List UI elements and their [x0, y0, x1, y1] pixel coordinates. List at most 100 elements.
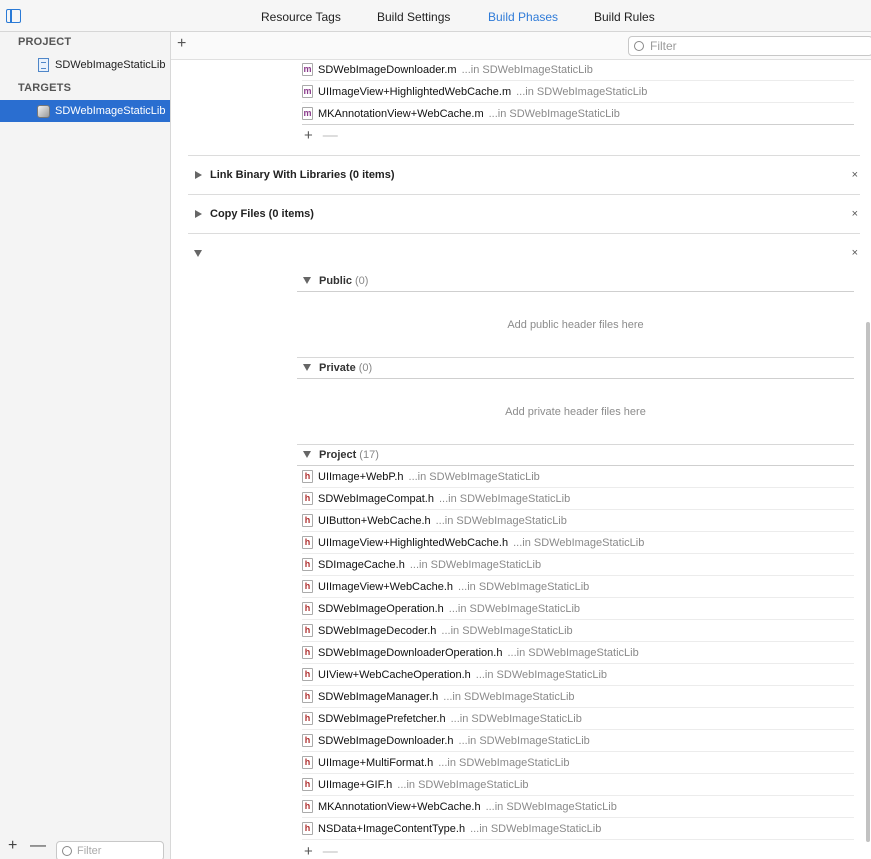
file-name: UIImageView+WebCache.h [318, 580, 454, 593]
tab-build-rules[interactable]: Build Rules [594, 10, 655, 24]
file-name: MKAnnotationView+WebCache.m [318, 107, 484, 120]
header-file-row[interactable]: h SDImageCache.h ...in SDWebImageStaticLib [302, 554, 854, 576]
phase-title: Copy Files (0 items) [210, 208, 314, 220]
tab-resource-tags[interactable]: Resource Tags [261, 10, 341, 24]
private-headers-placeholder: Add private header files here [505, 406, 646, 418]
headers-add-remove: + — [304, 843, 338, 859]
h-file-icon: h [302, 470, 313, 483]
header-file-row[interactable]: h UIImageView+WebCache.h ...in SDWebImageS… [302, 576, 854, 598]
remove-target-button[interactable]: — [30, 837, 46, 855]
headers-group-private[interactable]: Private (0) [297, 357, 854, 379]
file-location: ...in SDWebImageStaticLib [461, 63, 593, 76]
file-name: SDWebImageManager.h [318, 690, 439, 703]
header-file-row[interactable]: h UIImage+WebP.h ...in SDWebImageStaticLib [302, 466, 854, 488]
header-file-row[interactable]: h SDWebImageManager.h ...in SDWebImageStat… [302, 686, 854, 708]
header-file-row[interactable]: h UIButton+WebCache.h ...in SDWebImageStat… [302, 510, 854, 532]
header-file-row[interactable]: h UIImage+MultiFormat.h ...in SDWebImageSt… [302, 752, 854, 774]
phase-link-binary[interactable]: Link Binary With Libraries (0 items) × [188, 155, 860, 194]
h-file-icon: h [302, 646, 313, 659]
compile-source-row[interactable]: m MKAnnotationView+WebCache.m ...in SDWe… [302, 103, 854, 125]
h-file-icon: h [302, 558, 313, 571]
header-file-row[interactable]: h SDWebImageDownloaderOperation.h ...in SD… [302, 642, 854, 664]
h-file-icon: h [302, 822, 313, 835]
sidebar-item-label: SDWebImageStaticLib [55, 105, 166, 117]
header-file-row[interactable]: h SDWebImageDownloader.h ...in SDWebImageS… [302, 730, 854, 752]
file-location: ...in SDWebImageStaticLib [475, 668, 608, 681]
h-file-icon: h [302, 514, 313, 527]
group-title: Public [319, 274, 353, 287]
h-file-icon: h [302, 778, 313, 791]
phase-copy-files[interactable]: Copy Files (0 items) × [188, 194, 860, 233]
add-build-phase-button[interactable]: + [177, 35, 186, 53]
header-file-row[interactable]: h SDWebImageDecoder.h ...in SDWebImageStat… [302, 620, 854, 642]
disclosure-triangle-icon[interactable] [194, 249, 202, 257]
file-name: UIImageView+HighlightedWebCache.m [318, 85, 512, 98]
header-file-row[interactable]: h MKAnnotationView+WebCache.h ...in SDWebI… [302, 796, 854, 818]
compile-source-row[interactable]: m UIImageView+HighlightedWebCache.m ...i… [302, 81, 854, 103]
h-file-icon: h [302, 492, 313, 505]
file-name: SDWebImageCompat.h [318, 492, 434, 505]
phase-headers[interactable]: × [188, 233, 860, 272]
delete-phase-button[interactable]: × [852, 208, 858, 220]
file-location: ...in SDWebImageStaticLib [513, 536, 645, 549]
file-name: UIImage+GIF.h [318, 778, 393, 791]
file-name: SDWebImageDownloader.m [318, 63, 457, 76]
add-target-button[interactable]: + [8, 837, 17, 855]
delete-phase-button[interactable]: × [852, 247, 858, 259]
sidebar-bottom-bar: + — Filter [0, 835, 170, 859]
delete-phase-button[interactable]: × [852, 169, 858, 181]
h-file-icon: h [302, 580, 313, 593]
header-file-row[interactable]: h SDWebImageOperation.h ...in SDWebImageSt… [302, 598, 854, 620]
file-name: UIButton+WebCache.h [318, 514, 431, 527]
sidebar-filter-input[interactable]: Filter [56, 841, 164, 859]
filter-icon [62, 846, 72, 856]
disclosure-triangle-icon[interactable] [303, 451, 311, 458]
file-location: ...in SDWebImageStaticLib [438, 756, 570, 769]
phase-title: Link Binary With Libraries (0 items) [210, 169, 395, 181]
disclosure-triangle-icon[interactable] [303, 364, 311, 371]
remove-header-button[interactable]: — [323, 843, 338, 859]
build-phases-toolbar: + Filter [171, 32, 871, 60]
build-phases-filter-input[interactable]: Filter [628, 36, 871, 56]
tab-build-phases[interactable]: Build Phases [488, 10, 558, 24]
header-file-row[interactable]: h NSData+ImageContentType.h ...in SDWebIma… [302, 818, 854, 840]
file-location: ...in SDWebImageStaticLib [408, 470, 540, 483]
remove-file-button[interactable]: — [323, 127, 338, 144]
disclosure-triangle-icon[interactable] [195, 210, 202, 218]
headers-group-project[interactable]: Project (17) [297, 444, 854, 466]
file-location: ...in SDWebImageStaticLib [516, 85, 648, 98]
tab-list: Resource Tags Build Settings Build Phase… [0, 0, 871, 32]
h-file-icon: h [302, 800, 313, 813]
targets-section-header: TARGETS [18, 82, 72, 94]
vertical-scrollbar[interactable] [866, 322, 870, 842]
group-title: Private [319, 361, 356, 374]
header-file-row[interactable]: h SDWebImageCompat.h ...in SDWebImageStati… [302, 488, 854, 510]
filter-icon [634, 41, 644, 51]
add-file-button[interactable]: + [304, 127, 313, 144]
file-location: ...in SDWebImageStaticLib [443, 690, 575, 703]
sidebar-item-project[interactable]: SDWebImageStaticLib [0, 54, 170, 76]
sidebar-item-target[interactable]: SDWebImageStaticLib [0, 100, 170, 122]
header-file-row[interactable]: h UIImage+GIF.h ...in SDWebImageStaticLib [302, 774, 854, 796]
tab-build-settings[interactable]: Build Settings [377, 10, 450, 24]
group-title: Project [319, 448, 357, 461]
header-file-row[interactable]: h SDWebImagePrefetcher.h ...in SDWebImageS… [302, 708, 854, 730]
add-header-button[interactable]: + [304, 843, 313, 859]
group-count: (0) [358, 361, 373, 374]
file-name: SDWebImageDownloaderOperation.h [318, 646, 503, 659]
file-name: NSData+ImageContentType.h [318, 822, 466, 835]
file-location: ...in SDWebImageStaticLib [448, 602, 581, 615]
project-navigator: PROJECT SDWebImageStaticLib TARGETS SDWe… [0, 32, 171, 859]
build-phases-content: m SDWebImageDownloader.m ...in SDWebImag… [171, 60, 871, 859]
file-name: UIImageView+HighlightedWebCache.h [318, 536, 509, 549]
header-file-row[interactable]: h UIImageView+HighlightedWebCache.h ...in … [302, 532, 854, 554]
compile-source-row[interactable]: m SDWebImageDownloader.m ...in SDWebImag… [302, 59, 854, 81]
compile-sources-add-remove: + — [304, 127, 338, 144]
disclosure-triangle-icon[interactable] [195, 171, 202, 179]
header-file-row[interactable]: h UIView+WebCacheOperation.h ...in SDWebIm… [302, 664, 854, 686]
file-name: SDWebImagePrefetcher.h [318, 712, 446, 725]
file-location: ...in SDWebImageStaticLib [409, 558, 542, 571]
disclosure-triangle-icon[interactable] [303, 277, 311, 284]
project-file-icon [38, 58, 49, 72]
headers-group-public[interactable]: Public (0) [297, 270, 854, 292]
